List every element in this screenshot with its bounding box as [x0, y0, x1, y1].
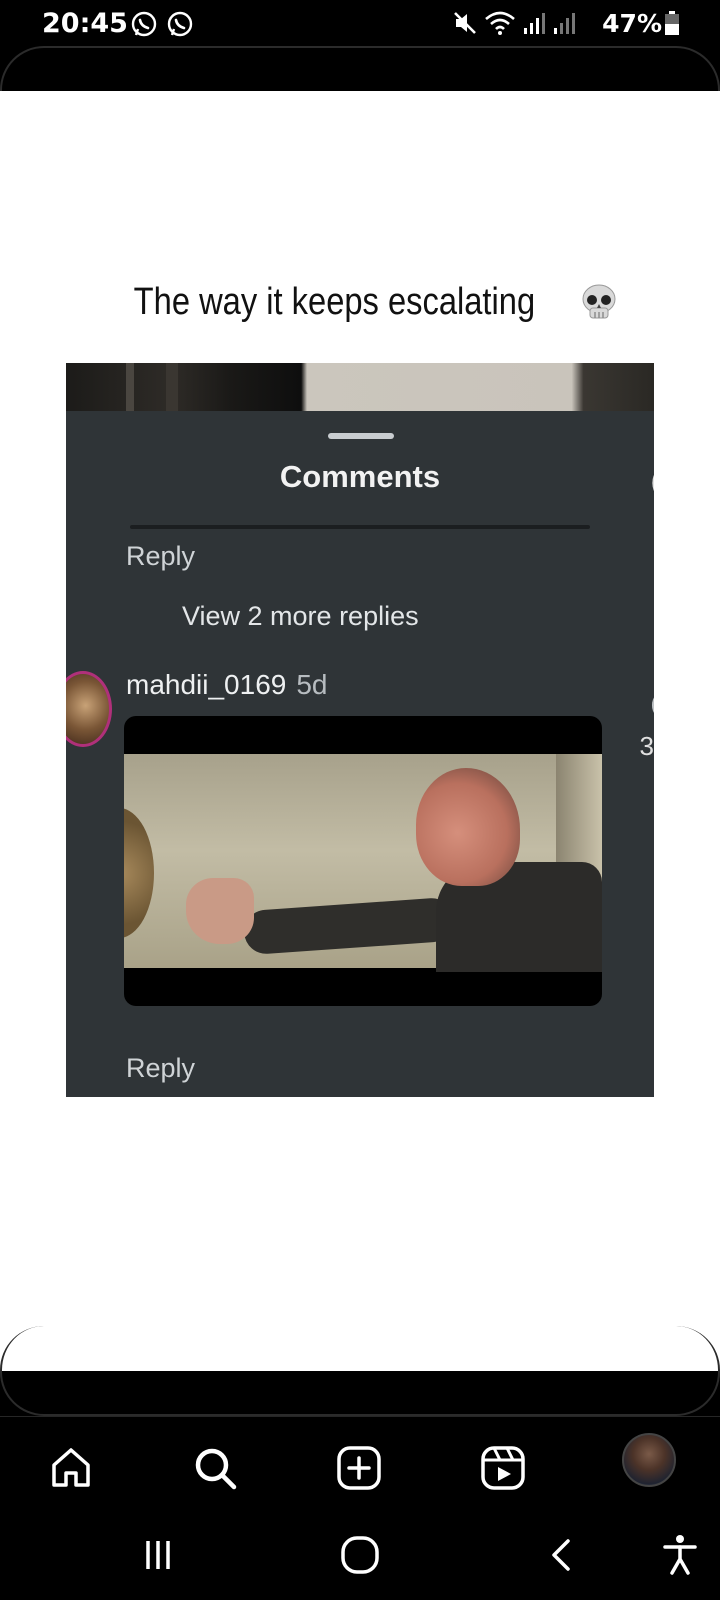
battery-icon	[665, 11, 679, 35]
whatsapp-notification-icon	[167, 11, 193, 37]
create-icon	[337, 1446, 381, 1490]
status-time: 20:45	[42, 8, 128, 39]
status-bar: 20:45 47%	[0, 0, 720, 46]
caption-text: The way it keeps escalating	[133, 280, 535, 323]
bottom-frame	[0, 1326, 720, 1416]
system-navigation-bar	[0, 1512, 720, 1600]
nav-search[interactable]	[190, 1443, 240, 1493]
embedded-screenshot-image[interactable]: Comments ( Reply View 2 more replies mah…	[66, 363, 654, 1097]
back-button[interactable]	[532, 1530, 592, 1580]
battery-percent: 47%	[602, 9, 662, 38]
comment-gif	[124, 716, 602, 1006]
edge-fragment: 3	[639, 731, 654, 761]
wifi-icon	[485, 11, 515, 35]
nav-create[interactable]	[334, 1443, 384, 1493]
recent-apps-button[interactable]	[128, 1530, 188, 1580]
accessibility-button[interactable]	[650, 1530, 710, 1580]
nav-reels[interactable]	[478, 1443, 528, 1493]
reply-label: Reply	[126, 1053, 196, 1083]
search-icon	[195, 1448, 237, 1490]
accessibility-icon	[663, 1535, 697, 1575]
comment-age: 5d	[296, 669, 328, 700]
comments-sheet: Comments ( Reply View 2 more replies mah…	[66, 411, 654, 1097]
signal-icon	[524, 13, 545, 34]
commenter-avatar	[66, 671, 112, 747]
home-button[interactable]	[330, 1530, 390, 1580]
reply-label: Reply	[126, 541, 196, 571]
drag-handle	[328, 433, 394, 439]
whatsapp-notification-icon	[131, 11, 157, 37]
comment-header: mahdii_0169 5d	[126, 669, 328, 701]
skull-emoji-icon	[582, 284, 616, 319]
signal-icon	[554, 13, 575, 34]
comment-username: mahdii_0169	[126, 669, 287, 700]
back-icon	[552, 1539, 570, 1571]
embedded-background-strip	[66, 363, 654, 411]
top-frame	[0, 46, 720, 136]
mute-icon	[454, 12, 476, 34]
recent-apps-icon	[146, 1541, 170, 1569]
bottom-nav	[0, 1416, 720, 1512]
reels-icon	[481, 1446, 525, 1490]
nav-home[interactable]	[46, 1443, 96, 1493]
profile-avatar[interactable]	[622, 1433, 676, 1487]
divider	[130, 525, 590, 529]
view-more-replies: View 2 more replies	[182, 601, 419, 631]
home-circle-icon	[341, 1536, 379, 1574]
sheet-title: Comments	[279, 459, 441, 494]
edge-fragment: (	[651, 691, 654, 717]
edge-fragment: (	[651, 465, 654, 497]
post-caption: The way it keeps escalating	[0, 277, 720, 327]
home-icon	[52, 1448, 90, 1487]
